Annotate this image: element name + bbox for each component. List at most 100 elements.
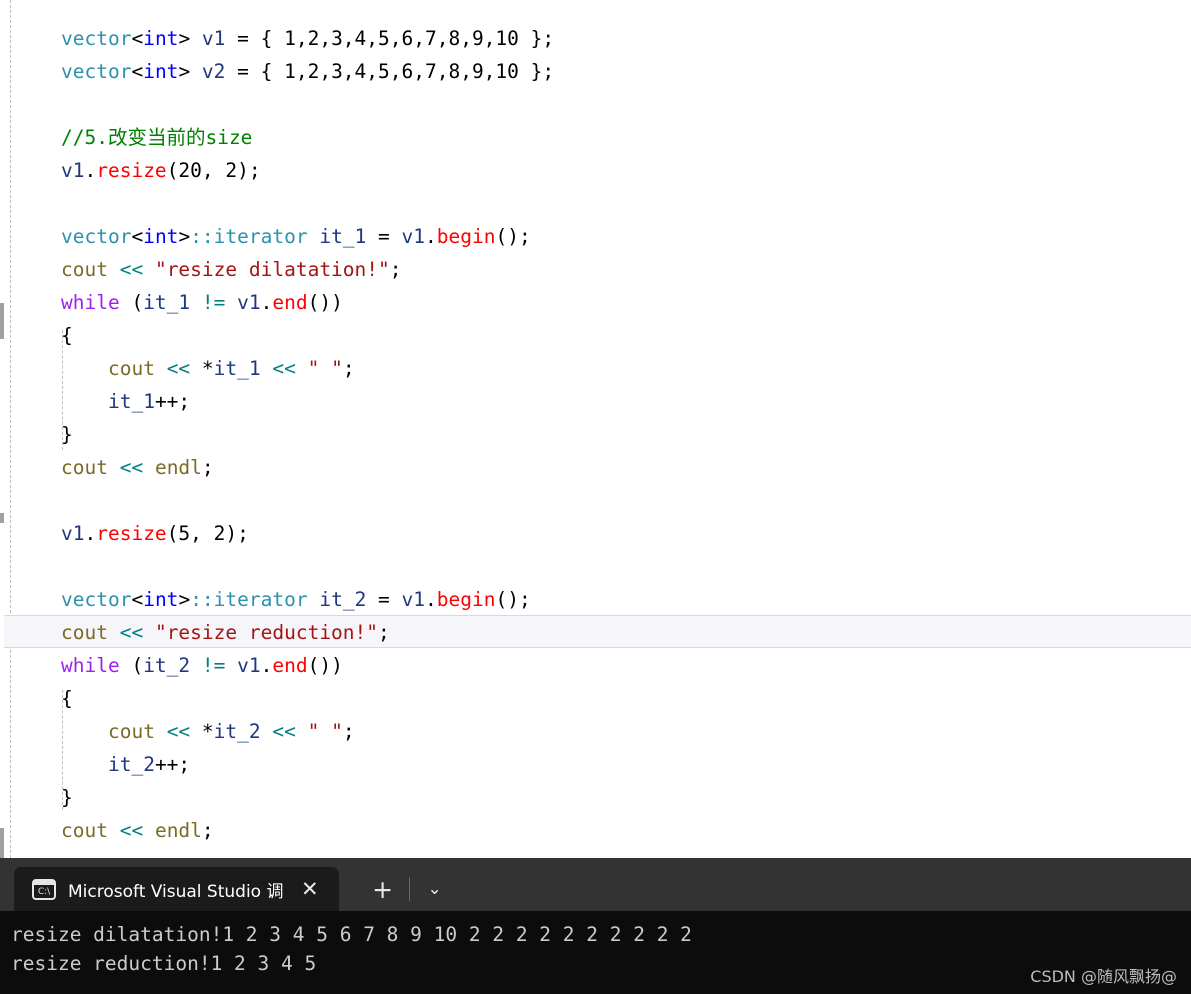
code-token: > (178, 588, 191, 611)
terminal-tab-bar[interactable]: C:\ Microsoft Visual Studio 调试控 ✕ + ⌄ (0, 858, 1191, 911)
code-token: cout (61, 456, 108, 479)
code-token: ::iterator (190, 225, 308, 248)
code-token: vector (61, 60, 132, 83)
code-token: { (61, 324, 73, 347)
chevron-down-icon[interactable]: ⌄ (412, 867, 458, 911)
code-token: ++; (154, 753, 191, 776)
code-token: resize (96, 159, 167, 182)
code-line: v1.resize(20, 2); (61, 154, 554, 187)
code-token: int (143, 588, 179, 611)
code-line: it_1++; (61, 385, 554, 418)
code-token: . (425, 225, 437, 248)
command-prompt-icon: C:\ (32, 878, 56, 900)
code-token: ; (342, 720, 355, 743)
console-output[interactable]: resize dilatation!1 2 3 4 5 6 7 8 9 10 2… (0, 911, 1191, 994)
code-token: << (166, 357, 191, 380)
terminal-window[interactable]: C:\ Microsoft Visual Studio 调试控 ✕ + ⌄ re… (0, 858, 1191, 994)
code-token: vector (61, 27, 132, 50)
code-token: < (131, 60, 144, 83)
terminal-tab-title: Microsoft Visual Studio 调试控 (68, 881, 283, 902)
code-token: v1 (401, 588, 426, 611)
code-token: > (178, 60, 202, 83)
code-line: cout << endl; (61, 451, 554, 484)
code-token: int (143, 60, 179, 83)
code-line: //5.改变当前的size (61, 121, 554, 154)
code-token: ( (119, 654, 144, 677)
code-token: cout (61, 621, 108, 644)
code-token: * (190, 357, 214, 380)
margin-change-mark (0, 828, 4, 858)
code-token: it_1 (213, 357, 261, 380)
code-token: = (366, 588, 402, 611)
code-token: ::iterator (190, 588, 308, 611)
code-token: v1 (61, 159, 85, 182)
code-token: "resize dilatation!" (154, 258, 390, 281)
code-token: . (84, 159, 97, 182)
command-prompt-icon-text: C:\ (37, 886, 51, 897)
code-line: cout << endl; (61, 814, 554, 847)
code-line: while (it_2 != v1.end()) (61, 649, 554, 682)
code-line: { (61, 682, 554, 715)
code-token: v1 (237, 654, 261, 677)
code-line: while (it_1 != v1.end()) (61, 286, 554, 319)
code-token: int (143, 27, 179, 50)
code-token: (); (495, 225, 531, 248)
code-token: it_2 (107, 753, 155, 776)
code-token: . (84, 522, 97, 545)
new-tab-icon[interactable]: + (359, 867, 407, 911)
code-line: cout << *it_1 << " "; (61, 352, 554, 385)
code-token: "resize reduction!" (154, 621, 379, 644)
change-tracking-margin (0, 0, 4, 858)
console-line: resize reduction!1 2 3 4 5 (11, 952, 317, 975)
code-token: . (260, 654, 273, 677)
terminal-tab[interactable]: C:\ Microsoft Visual Studio 调试控 ✕ (14, 867, 339, 911)
code-token: << (272, 720, 296, 743)
code-token: cout (61, 819, 108, 842)
code-token: ( (119, 291, 144, 314)
code-token: . (260, 291, 273, 314)
code-token: it_1 (107, 390, 155, 413)
close-icon[interactable]: ✕ (295, 878, 325, 900)
code-line: cout << "resize reduction!"; (61, 616, 554, 649)
code-token: it_1 (319, 225, 367, 248)
code-line: cout << *it_2 << " "; (61, 715, 554, 748)
code-token: end (272, 654, 308, 677)
code-token: v1 (237, 291, 261, 314)
code-line: vector<int>::iterator it_1 = v1.begin(); (61, 220, 554, 253)
code-token: } (61, 786, 73, 809)
console-line: resize dilatation!1 2 3 4 5 6 7 8 9 10 2… (11, 923, 692, 946)
code-editor[interactable]: vector<int> v1 = { 1,2,3,4,5,6,7,8,9,10 … (0, 0, 1191, 858)
code-token: ()) (307, 654, 343, 677)
code-token: resize (96, 522, 167, 545)
code-line: } (61, 781, 554, 814)
code-content[interactable]: vector<int> v1 = { 1,2,3,4,5,6,7,8,9,10 … (61, 22, 554, 847)
code-token: it_2 (143, 654, 191, 677)
code-token: it_2 (213, 720, 261, 743)
code-token: << (272, 357, 296, 380)
code-token: != (201, 291, 226, 314)
code-token: cout (107, 720, 155, 743)
code-token: << (119, 456, 144, 479)
code-token: while (61, 654, 120, 677)
watermark: CSDN @随风飘扬@ (1030, 967, 1177, 986)
code-line: cout << "resize dilatation!"; (61, 253, 554, 286)
code-token: v1 (201, 27, 226, 50)
code-token: ; (342, 357, 355, 380)
code-token: while (61, 291, 120, 314)
code-token: endl (154, 819, 202, 842)
code-token: begin (436, 225, 496, 248)
